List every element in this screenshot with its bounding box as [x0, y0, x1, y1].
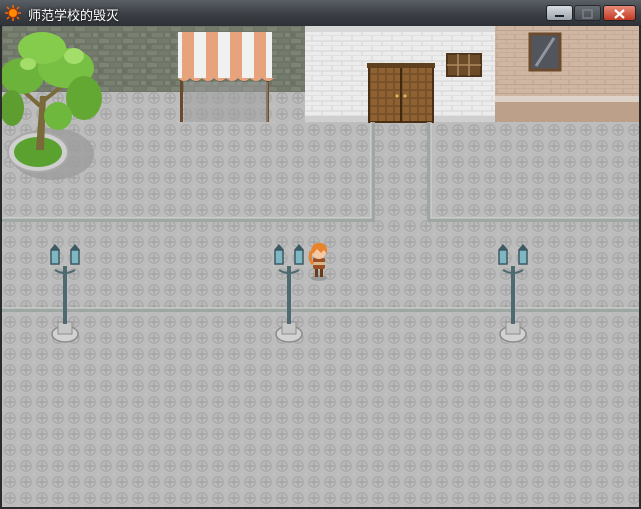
white-building-trim	[305, 26, 495, 32]
maximize-button[interactable]	[574, 5, 601, 21]
close-button[interactable]	[603, 5, 636, 21]
door-knob-right	[403, 94, 407, 98]
market-awning	[178, 32, 272, 78]
door-top-lintel	[367, 63, 435, 68]
close-icon	[614, 9, 625, 19]
maximize-icon	[582, 9, 593, 19]
minimize-button[interactable]	[546, 5, 573, 21]
minimize-icon	[555, 15, 564, 17]
awning-post-left	[180, 76, 183, 122]
sun-icon	[5, 5, 21, 21]
game-window: 师范学校的毁灭	[0, 0, 641, 509]
door-knob-left	[395, 94, 399, 98]
game-map[interactable]	[2, 26, 639, 507]
awning-shadow	[184, 82, 268, 122]
window-title: 师范学校的毁灭	[28, 9, 120, 24]
title-bar[interactable]: 师范学校的毁灭	[0, 0, 641, 27]
tan-building-ledge	[495, 96, 639, 102]
tan-building-base	[495, 102, 639, 122]
